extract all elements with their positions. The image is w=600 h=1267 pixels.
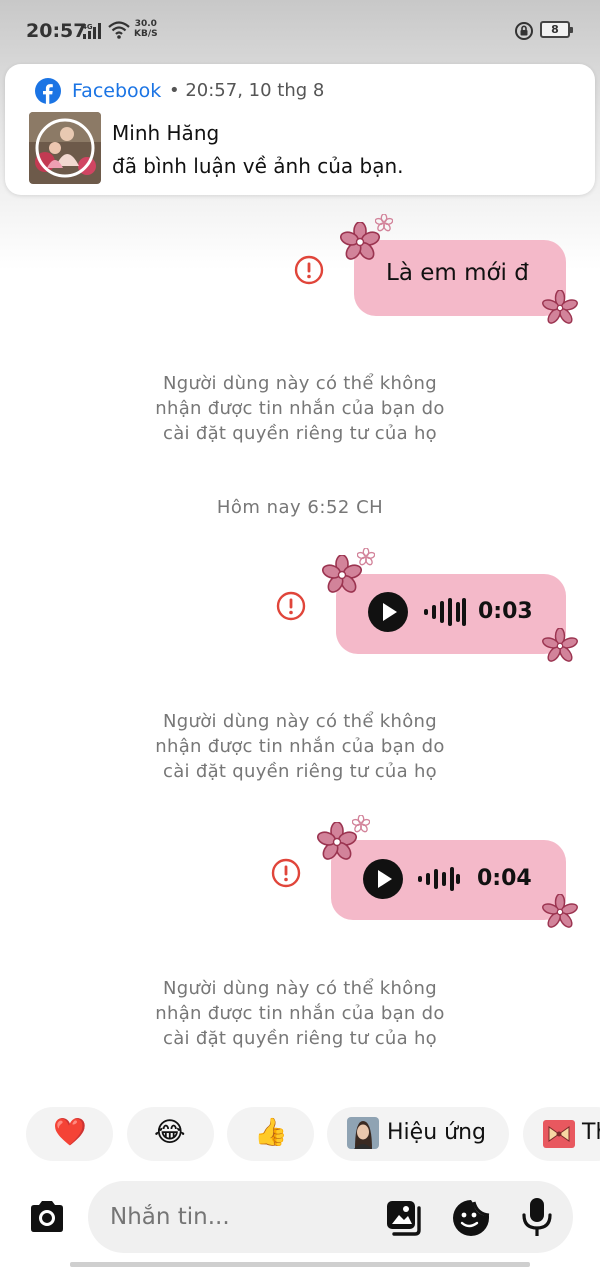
notification-time: • 20:57, 10 thg 8 bbox=[169, 80, 325, 101]
notice-line: cài đặt quyền riêng tư của họ bbox=[163, 761, 437, 782]
undelivered-notice: Người dùng này có thể không nhận được ti… bbox=[110, 709, 490, 784]
notice-line: nhận được tin nhắn của bạn do bbox=[155, 398, 445, 419]
send-error-icon[interactable] bbox=[294, 255, 324, 285]
small-flower-decoration-icon bbox=[357, 548, 375, 566]
send-error-icon[interactable] bbox=[276, 591, 306, 621]
voice-duration: 0:04 bbox=[477, 866, 532, 891]
notice-line: nhận được tin nhắn của bạn do bbox=[155, 1003, 445, 1024]
network-speed-value: 30.0 bbox=[134, 19, 157, 29]
audio-waveform-icon bbox=[424, 598, 466, 626]
notification-sender: Minh Hăng bbox=[112, 121, 220, 145]
notice-line: Người dùng này có thể không bbox=[163, 711, 437, 732]
status-bar: 20:57 4G 30.0 KB/S 8 bbox=[0, 0, 600, 62]
svg-text:4G: 4G bbox=[82, 23, 93, 31]
message-input[interactable] bbox=[108, 1203, 372, 1231]
facebook-icon bbox=[35, 78, 61, 104]
play-button[interactable] bbox=[368, 592, 408, 632]
rotation-lock-icon bbox=[515, 22, 533, 40]
notification-app-name: Facebook bbox=[72, 80, 162, 102]
network-speed-unit: KB/S bbox=[134, 29, 158, 39]
voice-duration: 0:03 bbox=[478, 599, 533, 624]
effects-avatar bbox=[347, 1117, 379, 1149]
gallery-icon[interactable] bbox=[384, 1198, 424, 1238]
play-button[interactable] bbox=[363, 859, 403, 899]
navigation-bar bbox=[70, 1262, 530, 1267]
message-text: Là em mới đ bbox=[386, 260, 529, 286]
small-flower-decoration-icon bbox=[375, 214, 393, 232]
small-flower-decoration-icon bbox=[352, 815, 370, 833]
flower-decoration-icon bbox=[317, 822, 357, 860]
microphone-icon[interactable] bbox=[519, 1196, 555, 1238]
battery-icon: 8 bbox=[540, 21, 573, 38]
audio-waveform-icon bbox=[418, 867, 460, 891]
notice-line: nhận được tin nhắn của bạn do bbox=[155, 736, 445, 757]
laugh-cry-icon: 😂 bbox=[154, 1117, 186, 1148]
flower-decoration-icon bbox=[542, 894, 578, 928]
sticker-icon[interactable] bbox=[451, 1198, 491, 1238]
notice-line: cài đặt quyền riêng tư của họ bbox=[163, 423, 437, 444]
effects-label: Hiệu ứng bbox=[387, 1120, 486, 1145]
notification-avatar bbox=[29, 112, 101, 184]
wifi-icon bbox=[108, 21, 130, 39]
gift-icon bbox=[543, 1120, 575, 1148]
status-time: 20:57 bbox=[26, 20, 87, 42]
network-speed: 30.0 KB/S bbox=[134, 19, 158, 39]
flower-decoration-icon bbox=[542, 628, 578, 662]
flower-decoration-icon bbox=[542, 290, 578, 324]
flower-decoration-icon bbox=[322, 555, 362, 593]
notice-line: Người dùng này có thể không bbox=[163, 373, 437, 394]
heart-icon: ❤️ bbox=[53, 1117, 87, 1148]
undelivered-notice: Người dùng này có thể không nhận được ti… bbox=[110, 371, 490, 446]
thumbs-up-icon: 👍 bbox=[254, 1117, 288, 1148]
flower-decoration-icon bbox=[340, 222, 380, 260]
notification-message: đã bình luận về ảnh của bạn. bbox=[112, 154, 404, 178]
chat-timestamp: Hôm nay 6:52 CH bbox=[216, 497, 384, 518]
send-error-icon[interactable] bbox=[271, 858, 301, 888]
notice-line: cài đặt quyền riêng tư của họ bbox=[163, 1028, 437, 1049]
gift-label: Th bbox=[582, 1120, 600, 1145]
facebook-notification[interactable]: Facebook • 20:57, 10 thg 8 Minh Hăng đã … bbox=[5, 64, 595, 195]
camera-icon[interactable] bbox=[27, 1199, 67, 1235]
cellular-signal-icon: 4G bbox=[82, 23, 101, 39]
notice-line: Người dùng này có thể không bbox=[163, 978, 437, 999]
undelivered-notice: Người dùng này có thể không nhận được ti… bbox=[110, 976, 490, 1051]
